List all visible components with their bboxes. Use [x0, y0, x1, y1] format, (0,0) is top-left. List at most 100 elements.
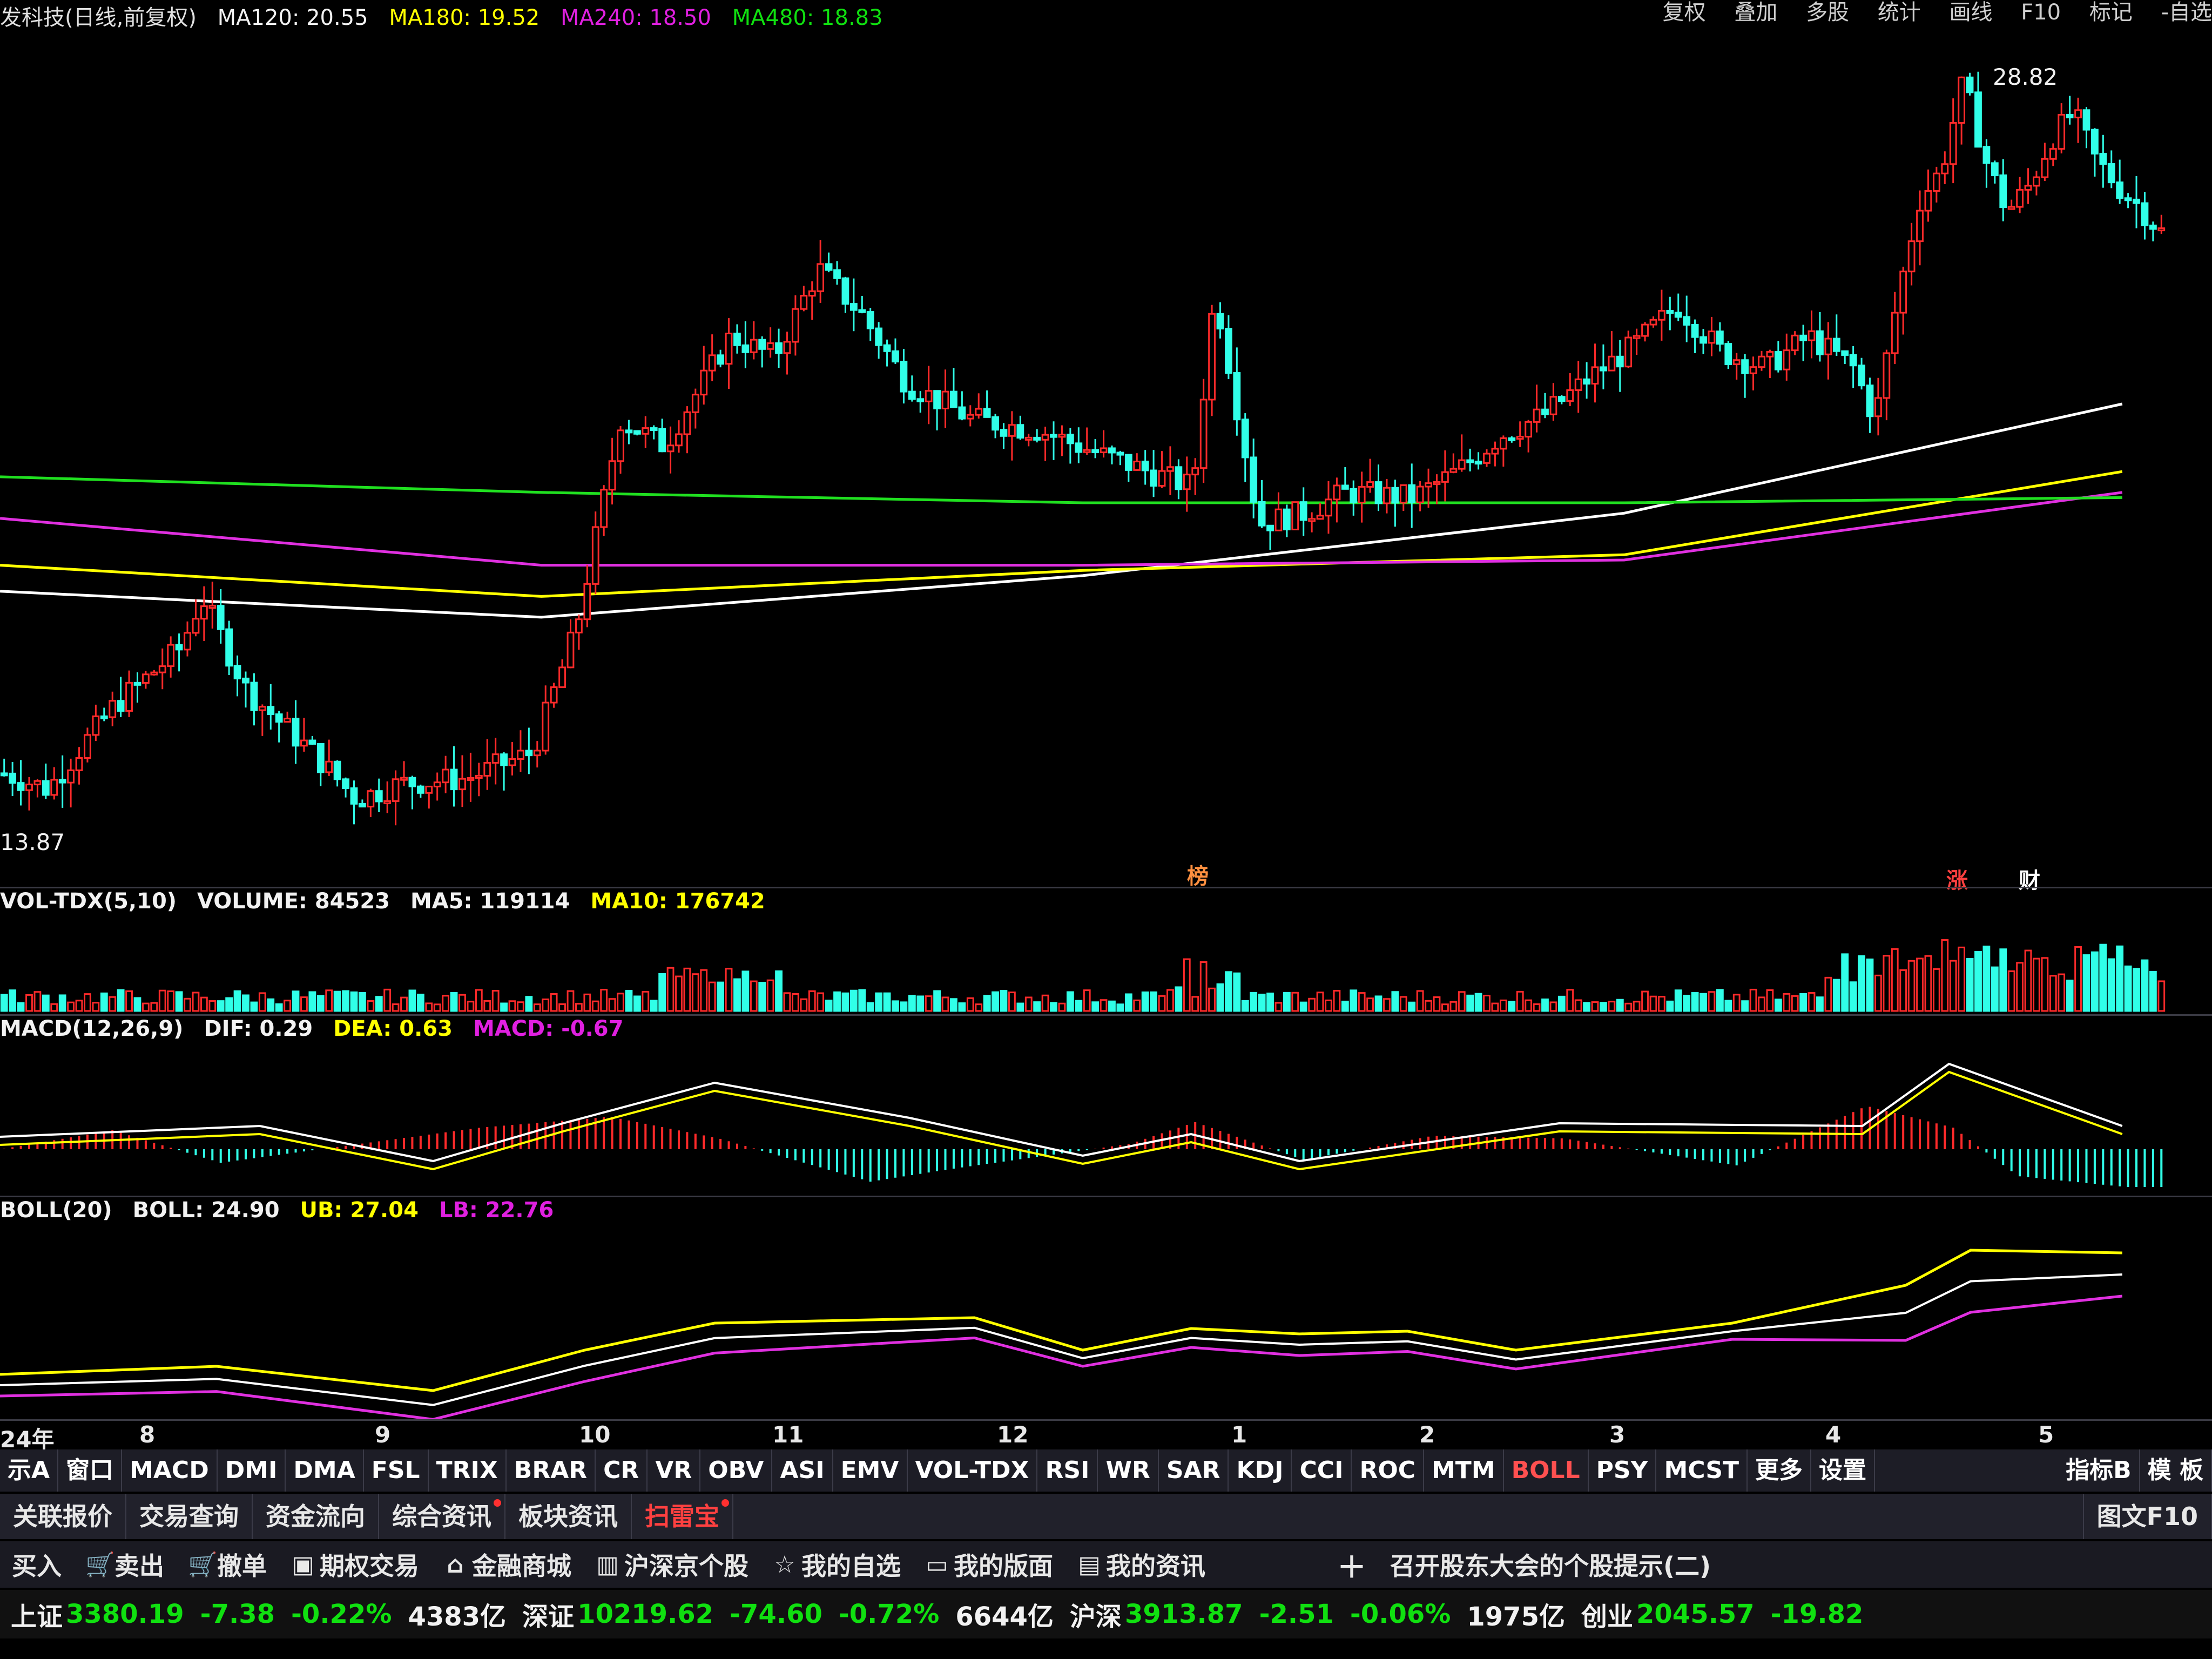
event-marker-bang[interactable]: 榜 — [1187, 859, 1209, 890]
volume-bar — [858, 989, 866, 1012]
volume-bar — [1316, 992, 1324, 1012]
options-trade-button[interactable]: ▣ 期权交易 — [279, 1547, 431, 1582]
tab-obv[interactable]: OBV — [700, 1449, 773, 1492]
tab-dma[interactable]: DMA — [286, 1449, 364, 1492]
candle-body — [1999, 174, 2007, 208]
my-news-button[interactable]: ▤ 我的资讯 — [1065, 1547, 1217, 1582]
candle-body — [575, 618, 583, 633]
tab-shia[interactable]: 示A — [0, 1449, 59, 1492]
volume-bar — [2107, 958, 2115, 1012]
tab-emv[interactable]: EMV — [833, 1449, 908, 1492]
volume-bar — [1008, 992, 1016, 1012]
volume-bar — [1633, 1001, 1641, 1012]
tab-template[interactable]: 模 板 — [2140, 1449, 2212, 1492]
tab-indicator-b[interactable]: 指标B — [2058, 1449, 2140, 1492]
volume-bar — [758, 982, 766, 1012]
candle-body — [350, 787, 358, 805]
tab-general-news[interactable]: 综合资讯 — [379, 1494, 505, 1539]
cy-index-name[interactable]: 创业 — [1581, 1595, 1633, 1633]
tab-window[interactable]: 窗口 — [58, 1449, 123, 1492]
tab-kdj[interactable]: KDJ — [1229, 1449, 1292, 1492]
tab-dmi[interactable]: DMI — [218, 1449, 286, 1492]
candle-body — [808, 290, 816, 297]
tab-brar[interactable]: BRAR — [507, 1449, 596, 1492]
volume-bar — [1466, 994, 1474, 1012]
volume-bar — [475, 989, 483, 1012]
candle-body — [50, 779, 58, 796]
tab-settings[interactable]: 设置 — [1811, 1449, 1876, 1492]
volume-bar — [1383, 998, 1391, 1012]
candle-body — [300, 739, 308, 747]
tab-mtm[interactable]: MTM — [1424, 1449, 1504, 1492]
tab-trade-query[interactable]: 交易查询 — [126, 1494, 253, 1539]
volume-bar — [683, 967, 691, 1012]
tab-boll[interactable]: BOLL — [1504, 1449, 1589, 1492]
vol-indicator-name[interactable]: VOL-TDX(5,10) — [0, 889, 177, 914]
candle-body — [1624, 336, 1633, 368]
my-layout-button[interactable]: ▭ 我的版面 — [913, 1547, 1065, 1582]
candle-body — [1799, 334, 1807, 341]
tab-mcst[interactable]: MCST — [1656, 1449, 1748, 1492]
candle-body — [225, 628, 233, 667]
candle-body — [1366, 481, 1374, 488]
tab-related-quote[interactable]: 关联报价 — [0, 1494, 126, 1539]
tab-more[interactable]: 更多 — [1748, 1449, 1812, 1492]
sh-index-name[interactable]: 上证 — [11, 1595, 63, 1633]
volume-bar — [367, 1000, 375, 1012]
axis-label-aug: 8 — [139, 1421, 156, 1448]
candle-body — [1108, 447, 1116, 454]
buy-button[interactable]: 买入 — [0, 1547, 73, 1582]
tab-rsi[interactable]: RSI — [1037, 1449, 1098, 1492]
candle-body — [642, 427, 650, 435]
candle-body — [425, 785, 433, 794]
tab-wr[interactable]: WR — [1098, 1449, 1159, 1492]
add-button[interactable]: ＋ — [1325, 1543, 1378, 1586]
event-marker-zhang[interactable]: 涨 — [1946, 863, 1968, 894]
candle-body — [2133, 198, 2140, 204]
notice-ticker[interactable]: 召开股东大会的个股提示(二) — [1378, 1547, 1723, 1582]
my-watchlist-button[interactable]: ☆ 我的自选 — [760, 1547, 913, 1582]
sz-index-name[interactable]: 深证 — [522, 1595, 574, 1633]
kline-chart[interactable] — [0, 0, 2212, 1447]
tab-trix[interactable]: TRIX — [429, 1449, 507, 1492]
volume-bar — [1916, 957, 1924, 1012]
tab-roc[interactable]: ROC — [1352, 1449, 1425, 1492]
candle-body — [1350, 488, 1358, 504]
tab-vol-tdx[interactable]: VOL-TDX — [908, 1449, 1038, 1492]
boll-indicator-name[interactable]: BOLL(20) — [0, 1198, 112, 1223]
finance-mall-button[interactable]: ⌂ 金融商城 — [431, 1547, 583, 1582]
tab-cci[interactable]: CCI — [1292, 1449, 1352, 1492]
tab-f10-graphic[interactable]: 图文F10 — [2082, 1494, 2212, 1539]
stocks-button[interactable]: ▥ 沪深京个股 — [583, 1547, 760, 1582]
macd-indicator-name[interactable]: MACD(12,26,9) — [0, 1016, 183, 1041]
tab-psy[interactable]: PSY — [1589, 1449, 1657, 1492]
candle-body — [1441, 471, 1449, 483]
tab-cr[interactable]: CR — [596, 1449, 648, 1492]
tab-sar[interactable]: SAR — [1159, 1449, 1229, 1492]
candle-body — [1274, 508, 1283, 531]
cancel-order-button[interactable]: 🛒 撤单 — [176, 1547, 279, 1582]
candle-body — [925, 390, 933, 402]
volume-bar — [284, 1000, 291, 1012]
volume-bar — [400, 996, 408, 1012]
vol-ma5: MA5: 119114 — [410, 889, 570, 914]
candle-body — [2033, 176, 2040, 187]
hs-index-name[interactable]: 沪深 — [1070, 1595, 1122, 1633]
tab-saoleibao[interactable]: 扫雷宝 — [632, 1494, 733, 1539]
volume-bar — [1924, 955, 1932, 1012]
tab-asi[interactable]: ASI — [772, 1449, 833, 1492]
volume-bar — [1741, 1000, 1749, 1012]
candle-body — [17, 782, 25, 791]
candle-body — [1474, 461, 1482, 465]
tab-sector-news[interactable]: 板块资讯 — [505, 1494, 632, 1539]
event-marker-cai[interactable]: 财 — [2019, 863, 2040, 894]
sell-button[interactable]: 🛒 卖出 — [73, 1547, 176, 1582]
candle-body — [1491, 448, 1499, 455]
tab-fsl[interactable]: FSL — [364, 1449, 429, 1492]
volume-bar — [892, 1000, 899, 1012]
volume-bar — [1982, 946, 1991, 1012]
volume-bar — [25, 994, 33, 1012]
tab-fund-flow[interactable]: 资金流向 — [253, 1494, 379, 1539]
tab-vr[interactable]: VR — [648, 1449, 701, 1492]
tab-macd[interactable]: MACD — [122, 1449, 218, 1492]
